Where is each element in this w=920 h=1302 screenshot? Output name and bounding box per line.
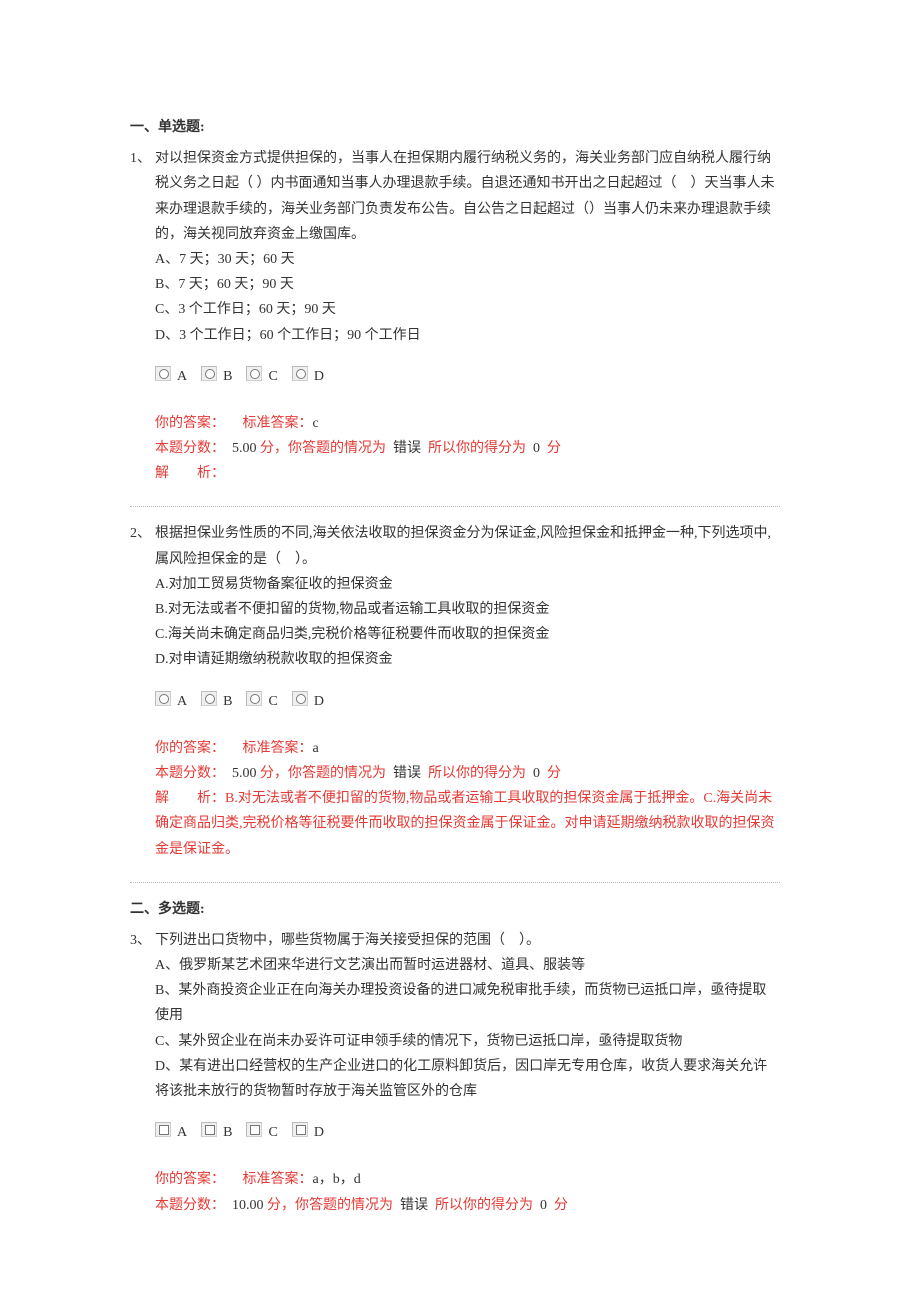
q1-number: 1、 <box>130 146 155 492</box>
q3-option-a: A、俄罗斯某艺术团来华进行文艺演出而暂时运进器材、道具、服装等 <box>155 953 780 978</box>
radio-icon[interactable] <box>155 366 171 381</box>
q2-got: 0 <box>533 766 540 781</box>
q1-option-d: D、3 个工作日；60 个工作日；90 个工作日 <box>155 323 780 348</box>
radio-icon[interactable] <box>292 366 308 381</box>
q2-explanation: B.对无法或者不便扣留的货物,物品或者运输工具收取的担保资金属于抵押金。C.海关… <box>155 791 775 856</box>
q2-answer-block: 你的答案： 标准答案：a 本题分数： 5.00 分，你答题的情况为 错误 所以你… <box>155 736 780 862</box>
q3-option-d: D、某有进出口经营权的生产企业进口的化工原料卸货后，因口岸无专用仓库，收货人要求… <box>155 1054 780 1104</box>
q3-options: A、俄罗斯某艺术团来华进行文艺演出而暂时运进器材、道具、服装等 B、某外商投资企… <box>155 953 780 1104</box>
std-answer-label: 标准答案： <box>243 416 313 431</box>
q2-std-answer: a <box>313 741 319 756</box>
std-answer-label: 标准答案： <box>243 1172 313 1187</box>
score-unit: 分，你答题的情况为 <box>260 441 386 456</box>
q1-status: 错误 <box>393 441 421 456</box>
q2-status: 错误 <box>393 766 421 781</box>
explanation-label: 解 析： <box>155 791 225 806</box>
question-2: 2、 根据担保业务性质的不同,海关依法收取的担保资金分为保证金,风险担保金和抵押… <box>130 521 780 867</box>
q1-options: A、7 天；30 天；60 天 B、7 天；60 天；90 天 C、3 个工作日… <box>155 247 780 348</box>
q1-radio-a: A <box>177 358 187 389</box>
divider <box>130 882 780 883</box>
your-answer-label: 你的答案： <box>155 1172 225 1187</box>
q3-option-b: B、某外商投资企业正在向海关办理投资设备的进口减免税审批手续，而货物已运抵口岸，… <box>155 978 780 1028</box>
score-unit: 分，你答题的情况为 <box>260 766 386 781</box>
checkbox-icon[interactable] <box>246 1122 262 1137</box>
your-answer-label: 你的答案： <box>155 416 225 431</box>
q2-radio-a: A <box>177 683 187 714</box>
q2-option-c: C.海关尚未确定商品归类,完税价格等征税要件而收取的担保资金 <box>155 622 780 647</box>
q3-score-points: 10.00 <box>232 1198 264 1213</box>
checkbox-icon[interactable] <box>292 1122 308 1137</box>
q3-check-d: D <box>314 1114 324 1145</box>
q1-option-b: B、7 天；60 天；90 天 <box>155 272 780 297</box>
radio-icon[interactable] <box>201 366 217 381</box>
radio-icon[interactable] <box>201 691 217 706</box>
q2-text: 根据担保业务性质的不同,海关依法收取的担保资金分为保证金,风险担保金和抵押金一种… <box>155 521 780 571</box>
score-unit: 分，你答题的情况为 <box>267 1198 393 1213</box>
q1-std-answer: c <box>313 416 319 431</box>
q3-text: 下列进出口货物中，哪些货物属于海关接受担保的范围（ ）。 <box>155 928 780 953</box>
q1-radio-c: C <box>268 358 277 389</box>
q1-option-a: A、7 天；30 天；60 天 <box>155 247 780 272</box>
q3-check-row: A B C D <box>155 1114 780 1145</box>
radio-icon[interactable] <box>155 691 171 706</box>
q1-got: 0 <box>533 441 540 456</box>
explanation-label: 解 析： <box>155 466 225 481</box>
q3-check-b: B <box>223 1114 232 1145</box>
score-prefix: 本题分数： <box>155 441 225 456</box>
score-suffix: 所以你的得分为 <box>435 1198 533 1213</box>
q3-got: 0 <box>540 1198 547 1213</box>
score-suffix: 所以你的得分为 <box>428 441 526 456</box>
q3-status: 错误 <box>400 1198 428 1213</box>
q2-option-a: A.对加工贸易货物备案征收的担保资金 <box>155 572 780 597</box>
q1-answer-block: 你的答案： 标准答案：c 本题分数： 5.00 分，你答题的情况为 错误 所以你… <box>155 411 780 487</box>
got-unit: 分 <box>547 766 561 781</box>
question-3: 3、 下列进出口货物中，哪些货物属于海关接受担保的范围（ ）。 A、俄罗斯某艺术… <box>130 928 780 1224</box>
divider <box>130 506 780 507</box>
q3-check-a: A <box>177 1114 187 1145</box>
q3-answer-block: 你的答案： 标准答案：a，b，d 本题分数： 10.00 分，你答题的情况为 错… <box>155 1167 780 1217</box>
got-unit: 分 <box>554 1198 568 1213</box>
q3-number: 3、 <box>130 928 155 1224</box>
page-root: 一、单选题: 1、 对以担保资金方式提供担保的，当事人在担保期内履行纳税义务的，… <box>0 0 920 1302</box>
q1-radio-b: B <box>223 358 232 389</box>
score-prefix: 本题分数： <box>155 766 225 781</box>
q2-radio-c: C <box>268 683 277 714</box>
q1-option-c: C、3 个工作日；60 天；90 天 <box>155 297 780 322</box>
checkbox-icon[interactable] <box>155 1122 171 1137</box>
q1-radio-d: D <box>314 358 324 389</box>
score-suffix: 所以你的得分为 <box>428 766 526 781</box>
section-2-title: 二、多选题: <box>130 897 780 922</box>
std-answer-label: 标准答案： <box>243 741 313 756</box>
q2-radio-b: B <box>223 683 232 714</box>
q2-radio-row: A B C D <box>155 683 780 714</box>
q3-option-c: C、某外贸企业在尚未办妥许可证申领手续的情况下，货物已运抵口岸，亟待提取货物 <box>155 1029 780 1054</box>
q2-number: 2、 <box>130 521 155 867</box>
checkbox-icon[interactable] <box>201 1122 217 1137</box>
q2-option-d: D.对申请延期缴纳税款收取的担保资金 <box>155 647 780 672</box>
q1-text: 对以担保资金方式提供担保的，当事人在担保期内履行纳税义务的，海关业务部门应自纳税… <box>155 146 780 247</box>
radio-icon[interactable] <box>246 691 262 706</box>
score-prefix: 本题分数： <box>155 1198 225 1213</box>
radio-icon[interactable] <box>292 691 308 706</box>
q2-options: A.对加工贸易货物备案征收的担保资金 B.对无法或者不便扣留的货物,物品或者运输… <box>155 572 780 673</box>
q2-option-b: B.对无法或者不便扣留的货物,物品或者运输工具收取的担保资金 <box>155 597 780 622</box>
q3-std-answer: a，b，d <box>313 1172 361 1187</box>
q1-radio-row: A B C D <box>155 358 780 389</box>
question-1: 1、 对以担保资金方式提供担保的，当事人在担保期内履行纳税义务的，海关业务部门应… <box>130 146 780 492</box>
got-unit: 分 <box>547 441 561 456</box>
radio-icon[interactable] <box>246 366 262 381</box>
q1-score-points: 5.00 <box>232 441 257 456</box>
q2-score-points: 5.00 <box>232 766 257 781</box>
q2-radio-d: D <box>314 683 324 714</box>
section-1-title: 一、单选题: <box>130 115 780 140</box>
your-answer-label: 你的答案： <box>155 741 225 756</box>
q3-check-c: C <box>268 1114 277 1145</box>
